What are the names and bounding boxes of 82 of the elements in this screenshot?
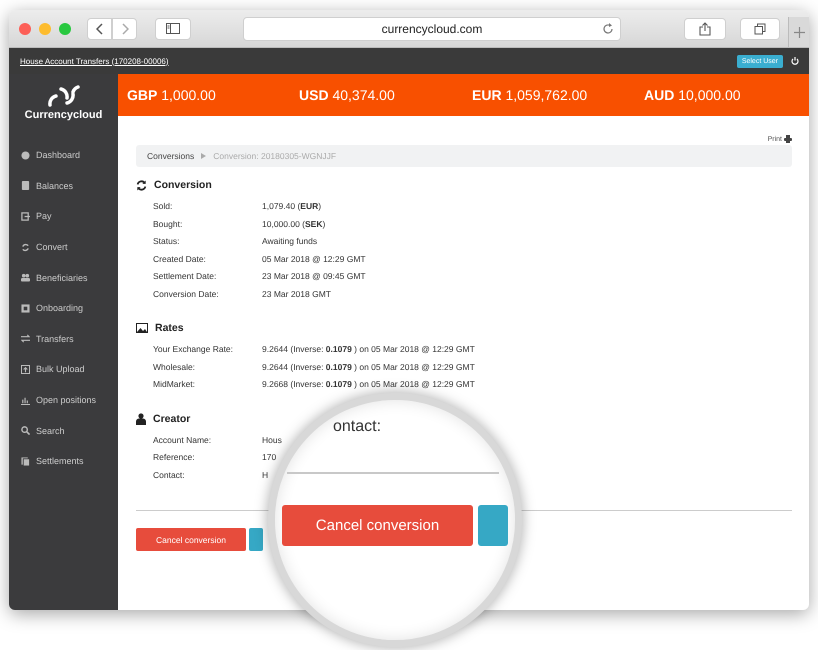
- field-label: Settlement Date:: [153, 270, 216, 283]
- tabs-button[interactable]: [740, 18, 780, 40]
- sidebar-item[interactable]: Bulk Upload: [9, 354, 118, 385]
- minimize-icon[interactable]: [39, 22, 51, 34]
- field-label: Account Name:: [153, 434, 212, 446]
- field-value: 9.2668 (Inverse: 0.1079 ) on 05 Mar 2018 @ 12:29 GMT: [262, 378, 475, 391]
- field-value: Awaiting funds: [262, 235, 318, 248]
- field-value: 05 Mar 2018 @ 12:29 GMT: [262, 252, 366, 266]
- upload-icon: [21, 364, 30, 374]
- field-value: 23 Mar 2018 GMT: [262, 288, 331, 300]
- field-label: Your Exchange Rate:: [153, 343, 234, 356]
- magnified-label: ontact:: [333, 418, 382, 436]
- field-value: H: [262, 468, 268, 482]
- sidebar-item[interactable]: Balances: [9, 170, 118, 202]
- section-title: Conversion: [154, 179, 212, 191]
- field-value: 9.2644 (Inverse: 0.1079 ) on 05 Mar 2018 @ 12:29 GMT: [262, 360, 475, 374]
- sidebar-item[interactable]: Search: [9, 415, 118, 446]
- field-label: Reference:: [153, 451, 195, 464]
- magnified-cancel-button[interactable]: Cancel conversion: [282, 505, 473, 546]
- sidebar-item[interactable]: Transfers: [9, 324, 118, 354]
- bar-chart-icon: [21, 396, 30, 405]
- field-label: Created Date:: [153, 252, 206, 266]
- sidebar-item[interactable]: Pay: [9, 201, 118, 232]
- chevron-icon: [201, 153, 206, 159]
- tabs-icon: [754, 22, 766, 34]
- sidebar-item[interactable]: Beneficiaries: [9, 262, 118, 293]
- search-icon: [21, 426, 30, 436]
- balance-amount: AUD 10,000.00: [644, 87, 742, 103]
- section-title: Rates: [155, 322, 184, 334]
- share-icon: [699, 22, 711, 36]
- plus-icon: [794, 26, 804, 38]
- transfer-arrows-icon: [21, 334, 30, 344]
- close-icon[interactable]: [19, 22, 31, 34]
- balance-amount: EUR 1,059,762.00: [472, 87, 588, 103]
- section-title: Creator: [153, 412, 190, 424]
- sidebar-item[interactable]: Settlements: [9, 446, 118, 477]
- breadcrumb-item: Conversion: 20180305-WGNJJF: [213, 151, 336, 161]
- sidebar-item[interactable]: Convert: [9, 232, 118, 262]
- balances-icon: [21, 181, 30, 190]
- window-icon: [21, 304, 30, 313]
- balance-amount: GBP 1,000.00: [127, 87, 217, 103]
- back-button[interactable]: [87, 18, 112, 40]
- pay-icon: [21, 212, 30, 221]
- logo-icon: [46, 85, 80, 107]
- breadcrumb-item[interactable]: Conversions: [147, 151, 194, 161]
- field-label: Contact:: [153, 468, 185, 482]
- reload-icon[interactable]: [602, 22, 614, 34]
- field-label: Sold:: [153, 200, 172, 213]
- field-value: 1,079.40 (EUR): [262, 200, 322, 213]
- dashboard-icon: [21, 150, 30, 160]
- field-value: 23 Mar 2018 @ 09:45 GMT: [262, 270, 366, 283]
- account-link[interactable]: House Account Transfers (170208-00006): [20, 56, 169, 66]
- balance-amount: USD 40,374.00: [299, 87, 396, 103]
- people-icon: [21, 273, 30, 282]
- field-value: 10,000.00 (SEK): [262, 218, 326, 231]
- field-label: Wholesale:: [153, 360, 196, 374]
- power-icon[interactable]: [791, 57, 799, 65]
- sidebar-item[interactable]: Onboarding: [9, 292, 118, 324]
- back-icon: [96, 22, 104, 34]
- address-field[interactable]: currencycloud.com: [243, 16, 621, 40]
- maximize-icon[interactable]: [59, 22, 71, 34]
- sidebar-icon: [166, 23, 180, 34]
- refresh-icon: [136, 180, 147, 190]
- image-icon: [136, 323, 148, 333]
- field-label: Bought:: [153, 218, 182, 231]
- field-label: Status:: [153, 235, 180, 248]
- sidebar-toggle-button[interactable]: [155, 18, 191, 40]
- logo-name: Currencycloud: [24, 109, 102, 121]
- field-label: MidMarket:: [153, 378, 196, 391]
- sidebar-item[interactable]: Dashboard: [9, 140, 118, 171]
- field-label: Conversion Date:: [153, 288, 219, 300]
- field-value: 9.2644 (Inverse: 0.1079 ) on 05 Mar 2018 @ 12:29 GMT: [262, 343, 475, 356]
- new-tab-button[interactable]: [788, 17, 809, 47]
- share-button[interactable]: [684, 18, 726, 40]
- pages-icon: [21, 456, 30, 466]
- convert-icon: [21, 242, 30, 252]
- cancel-conversion-button[interactable]: Cancel conversion: [136, 528, 246, 551]
- field-value: 170: [262, 451, 276, 464]
- field-value: Hous: [262, 434, 282, 446]
- person-icon: [136, 412, 146, 424]
- forward-icon: [120, 22, 128, 34]
- sidebar-item[interactable]: Open positions: [9, 384, 118, 416]
